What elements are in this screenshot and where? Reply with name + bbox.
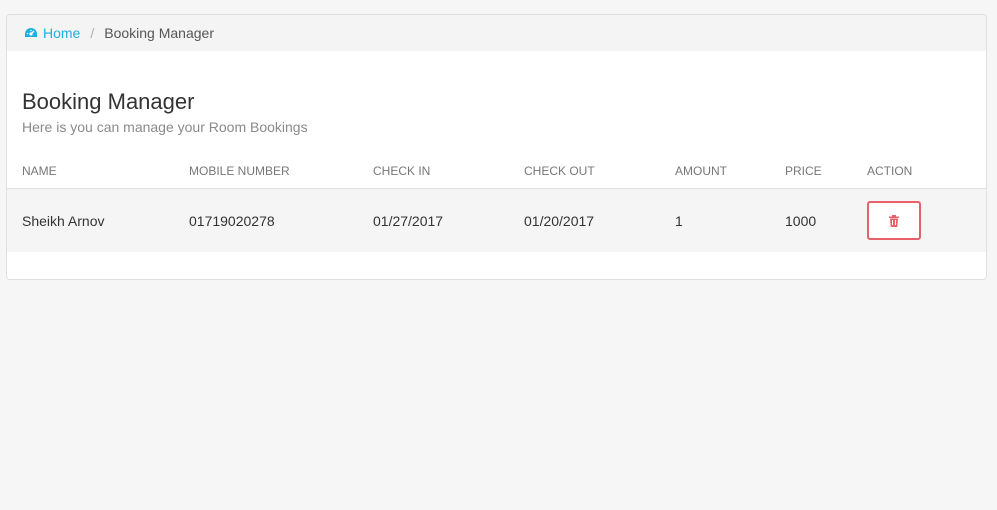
column-header-amount: AMOUNT [675, 154, 785, 189]
cell-amount: 1 [675, 188, 785, 252]
breadcrumb-home-link[interactable]: Home [24, 25, 80, 41]
column-header-check-in: CHECK IN [373, 154, 524, 189]
column-header-action: ACTION [867, 154, 986, 189]
breadcrumb-home-label[interactable]: Home [43, 25, 80, 41]
page-header: Booking Manager Here is you can manage y… [7, 51, 986, 135]
bookings-table: NAME MOBILE NUMBER CHECK IN CHECK OUT AM… [7, 154, 986, 252]
page-title: Booking Manager [22, 89, 195, 114]
cell-name: Sheikh Arnov [7, 188, 189, 252]
table-row: Sheikh Arnov 01719020278 01/27/2017 01/2… [7, 188, 986, 252]
table-header-row: NAME MOBILE NUMBER CHECK IN CHECK OUT AM… [7, 154, 986, 189]
column-header-check-out: CHECK OUT [524, 154, 675, 189]
column-header-mobile: MOBILE NUMBER [189, 154, 373, 189]
column-header-name: NAME [7, 154, 189, 189]
trash-icon [889, 214, 899, 227]
breadcrumb-current: Booking Manager [104, 25, 214, 41]
cell-price: 1000 [785, 188, 867, 252]
cell-check-out: 01/20/2017 [524, 188, 675, 252]
page-subtitle: Here is you can manage your Room Booking… [22, 119, 308, 135]
cell-mobile: 01719020278 [189, 188, 373, 252]
breadcrumb-separator: / [90, 25, 95, 41]
cell-action [867, 188, 986, 252]
cell-check-in: 01/27/2017 [373, 188, 524, 252]
breadcrumb: Home / Booking Manager [7, 15, 986, 51]
column-header-price: PRICE [785, 154, 867, 189]
delete-booking-button[interactable] [867, 201, 921, 240]
booking-card: Home / Booking Manager Booking Manager H… [6, 14, 987, 280]
dashboard-gauge-icon [25, 28, 37, 37]
